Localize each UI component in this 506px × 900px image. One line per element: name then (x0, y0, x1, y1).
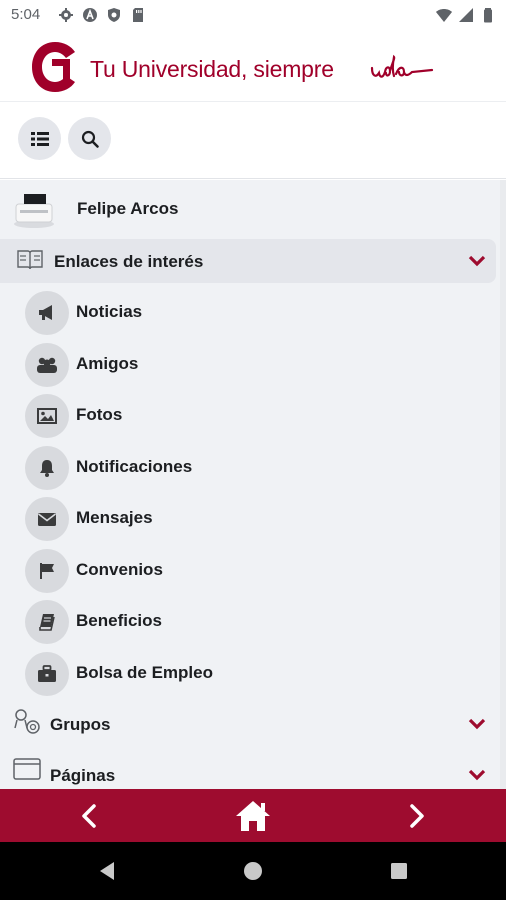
menu-item-label: Fotos (76, 405, 123, 424)
back-nav-button[interactable] (70, 797, 108, 835)
status-bar: 5:04 (0, 0, 506, 32)
groups-icon (14, 709, 40, 734)
status-left-icons (58, 7, 146, 23)
image-icon (37, 408, 57, 424)
chevron-right-icon (410, 804, 424, 828)
menu-item-label: Bolsa de Empleo (76, 663, 213, 682)
scrollbar[interactable] (500, 180, 506, 789)
brand-header: Tu Universidad, siempre (0, 32, 506, 102)
side-menu: Felipe Arcos Enlaces de interés Noticias… (0, 180, 506, 789)
menu-item-bolsa-de-empleo[interactable]: Bolsa de Empleo (0, 647, 496, 698)
menu-item-fotos[interactable]: Fotos (0, 389, 496, 440)
wifi-icon (436, 9, 452, 22)
section-paginas[interactable]: Páginas (0, 753, 496, 789)
menu-item-mensajes[interactable]: Mensajes (0, 492, 496, 543)
menu-item-beneficios[interactable]: Beneficios (0, 595, 496, 646)
sub-icon-circle (25, 343, 69, 387)
section-label: Enlaces de interés (54, 252, 204, 271)
section-grupos[interactable]: Grupos (0, 702, 496, 746)
status-time: 5:04 (11, 6, 41, 23)
forward-nav-button[interactable] (398, 797, 436, 835)
sub-icon-circle (25, 652, 69, 696)
envelope-icon (38, 513, 56, 526)
bottom-nav-bar (0, 789, 506, 842)
sub-icon-circle (25, 600, 69, 644)
battery-icon (484, 8, 492, 23)
toolbar (0, 103, 506, 179)
briefcase-icon (38, 665, 56, 682)
sub-icon-circle (25, 291, 69, 335)
back-icon[interactable] (96, 860, 118, 882)
chevron-left-icon (82, 804, 96, 828)
profile-row[interactable]: Felipe Arcos (0, 180, 500, 238)
megaphone-icon (39, 305, 52, 320)
section-label: Páginas (50, 766, 116, 785)
home-icon (236, 801, 270, 831)
list-icon (30, 131, 49, 146)
menu-item-label: Amigos (76, 354, 139, 373)
profile-name: Felipe Arcos (77, 199, 179, 218)
search-icon (81, 130, 99, 148)
shield-icon (108, 8, 120, 22)
chevron-down-icon (468, 255, 486, 267)
menu-item-amigos[interactable]: Amigos (0, 338, 496, 389)
menu-item-label: Mensajes (76, 508, 153, 527)
chevron-down-icon (468, 769, 486, 781)
android-nav-bar (0, 842, 506, 900)
chevron-down-icon (468, 718, 486, 730)
gear-icon (59, 8, 73, 22)
status-right-icons (436, 7, 496, 23)
search-button[interactable] (68, 117, 111, 160)
sub-icon-circle (25, 497, 69, 541)
bell-icon (40, 460, 54, 477)
menu-item-label: Beneficios (76, 611, 162, 630)
menu-item-notificaciones[interactable]: Notificaciones (0, 441, 496, 492)
menu-item-convenios[interactable]: Convenios (0, 544, 496, 595)
window-icon (13, 758, 41, 780)
recents-icon[interactable] (388, 860, 410, 882)
menu-item-label: Convenios (76, 560, 163, 579)
sd-card-icon (133, 8, 143, 22)
flag-icon (40, 563, 54, 579)
sub-icon-circle (25, 549, 69, 593)
book-icon (17, 250, 43, 270)
signal-icon (459, 8, 473, 22)
sub-icon-circle (25, 446, 69, 490)
avatar (14, 194, 54, 228)
home-button[interactable] (232, 797, 274, 835)
menu-item-label: Noticias (76, 302, 143, 321)
udla-script-logo (370, 54, 434, 78)
list-button[interactable] (18, 117, 61, 160)
book-icon (39, 614, 55, 631)
udla-logo[interactable] (30, 39, 80, 95)
users-icon (37, 357, 57, 373)
section-enlaces-de-interes[interactable]: Enlaces de interés (0, 239, 496, 283)
home-circle-icon[interactable] (242, 860, 264, 882)
section-label: Grupos (50, 715, 111, 734)
brand-tagline: Tu Universidad, siempre (90, 56, 334, 82)
sub-icon-circle (25, 394, 69, 438)
menu-item-label: Notificaciones (76, 457, 193, 476)
menu-item-noticias[interactable]: Noticias (0, 286, 496, 337)
a-badge-icon (83, 8, 97, 22)
